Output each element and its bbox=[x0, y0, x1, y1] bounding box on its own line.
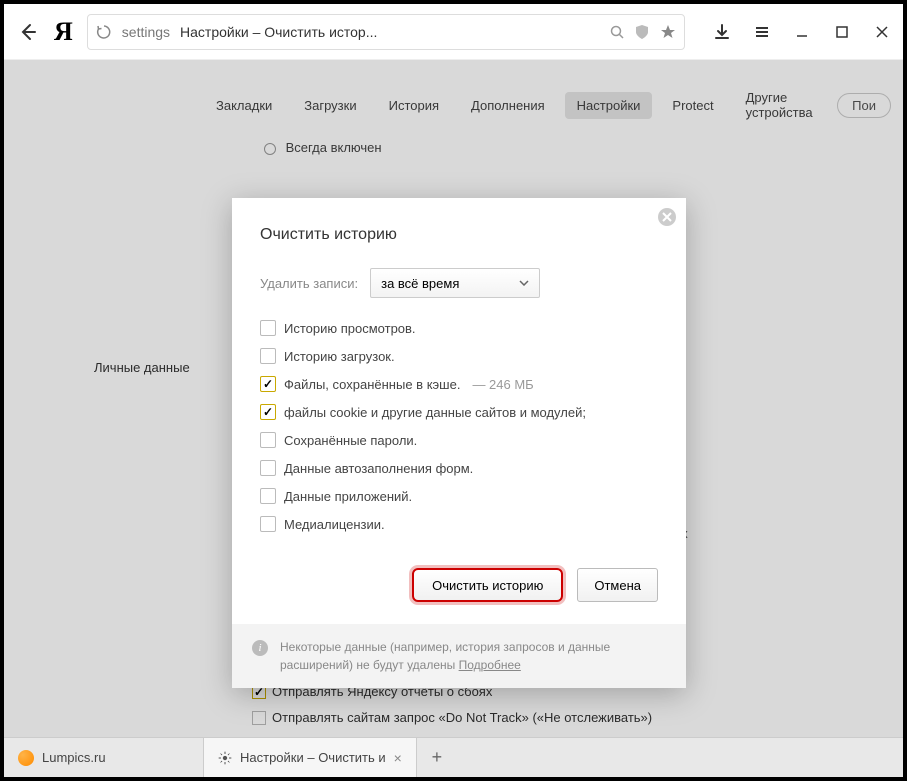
clear-option-3[interactable]: ✓ файлы cookie и другие данные сайтов и м… bbox=[260, 404, 658, 420]
checkbox-icon bbox=[260, 516, 276, 532]
chevron-down-icon bbox=[519, 280, 529, 286]
nav-history[interactable]: История bbox=[377, 92, 451, 119]
clear-option-7[interactable]: Медиалицензии. bbox=[260, 516, 658, 532]
address-key: settings bbox=[122, 24, 170, 40]
star-icon[interactable] bbox=[660, 24, 676, 40]
nav-addons[interactable]: Дополнения bbox=[459, 92, 557, 119]
hamburger-icon bbox=[754, 24, 770, 40]
checkbox-icon bbox=[260, 432, 276, 448]
address-actions bbox=[610, 24, 676, 40]
section-personal-data: Личные данные bbox=[94, 360, 190, 375]
clear-option-5[interactable]: Данные автозаполнения форм. bbox=[260, 460, 658, 476]
minimize-button[interactable] bbox=[793, 23, 811, 41]
checkbox-icon bbox=[260, 460, 276, 476]
learn-more-link[interactable]: Подробнее bbox=[459, 658, 521, 672]
tab-lumpics[interactable]: Lumpics.ru bbox=[4, 738, 204, 777]
option-label: Данные приложений. bbox=[284, 489, 412, 504]
option-label: Файлы, сохранённые в кэше. bbox=[284, 377, 460, 392]
close-icon bbox=[662, 212, 672, 222]
download-button[interactable] bbox=[713, 23, 731, 41]
tab-bar: Lumpics.ru Настройки – Очистить и × + bbox=[4, 737, 903, 777]
option-label: Историю загрузок. bbox=[284, 349, 395, 364]
clear-options-list: Историю просмотров. Историю загрузок. ✓ Фай… bbox=[260, 320, 658, 532]
address-title: Настройки – Очистить истор... bbox=[180, 24, 377, 40]
delete-records-label: Удалить записи: bbox=[260, 276, 358, 291]
browser-window: Я settings Настройки – Очистить истор... bbox=[4, 4, 903, 777]
new-tab-button[interactable]: + bbox=[417, 738, 457, 777]
info-icon: i bbox=[252, 640, 268, 656]
option-label: файлы cookie и другие данные сайтов и мо… bbox=[284, 405, 586, 420]
reload-icon[interactable] bbox=[96, 24, 112, 40]
shield-icon[interactable] bbox=[634, 24, 650, 40]
arrow-left-icon bbox=[18, 22, 38, 42]
page-content: Закладки Загрузки История Дополнения Нас… bbox=[4, 60, 903, 737]
dialog-title: Очистить историю bbox=[260, 226, 658, 244]
dialog-close-button[interactable] bbox=[658, 208, 676, 226]
tab-settings[interactable]: Настройки – Очистить и × bbox=[204, 738, 417, 777]
clear-history-dialog: Очистить историю Удалить записи: за всё … bbox=[232, 198, 686, 688]
close-icon bbox=[875, 25, 889, 39]
close-window-button[interactable] bbox=[873, 23, 891, 41]
yandex-logo[interactable]: Я bbox=[54, 17, 73, 47]
dialog-footer: i Некоторые данные (например, история за… bbox=[232, 624, 686, 688]
minimize-icon bbox=[795, 25, 809, 39]
nav-settings[interactable]: Настройки bbox=[565, 92, 653, 119]
gear-icon bbox=[218, 751, 232, 765]
clear-option-0[interactable]: Историю просмотров. bbox=[260, 320, 658, 336]
clear-option-2[interactable]: ✓ Файлы, сохранённые в кэше. — 246 МБ bbox=[260, 376, 658, 392]
checkbox-icon bbox=[260, 320, 276, 336]
settings-search[interactable]: Пои bbox=[837, 93, 891, 118]
settings-nav: Закладки Загрузки История Дополнения Нас… bbox=[4, 84, 903, 126]
tab-close-button[interactable]: × bbox=[394, 750, 402, 766]
clear-history-button[interactable]: Очистить историю bbox=[412, 568, 563, 602]
address-bar[interactable]: settings Настройки – Очистить истор... bbox=[87, 14, 685, 50]
favicon-lumpics-icon bbox=[18, 750, 34, 766]
checkbox-icon: ✓ bbox=[260, 376, 276, 392]
checkbox-icon: ✓ bbox=[260, 404, 276, 420]
option-label: Данные автозаполнения форм. bbox=[284, 461, 473, 476]
clear-option-4[interactable]: Сохранённые пароли. bbox=[260, 432, 658, 448]
nav-protect[interactable]: Protect bbox=[660, 92, 725, 119]
checkbox-icon bbox=[260, 488, 276, 504]
time-range-select[interactable]: за всё время bbox=[370, 268, 540, 298]
option-label: Историю просмотров. bbox=[284, 321, 416, 336]
toolbar: Я settings Настройки – Очистить истор... bbox=[4, 4, 903, 60]
clear-option-6[interactable]: Данные приложений. bbox=[260, 488, 658, 504]
cancel-button[interactable]: Отмена bbox=[577, 568, 658, 602]
checkbox-do-not-track[interactable]: Отправлять сайтам запрос «Do Not Track» … bbox=[252, 710, 652, 725]
option-label: Медиалицензии. bbox=[284, 517, 385, 532]
option-label: Сохранённые пароли. bbox=[284, 433, 417, 448]
footer-text: Некоторые данные (например, история запр… bbox=[280, 640, 610, 672]
maximize-button[interactable] bbox=[833, 23, 851, 41]
nav-devices[interactable]: Другие устройства bbox=[734, 84, 830, 126]
option-size: — 246 МБ bbox=[472, 377, 533, 392]
nav-bookmarks[interactable]: Закладки bbox=[204, 92, 284, 119]
download-icon bbox=[714, 24, 730, 40]
clear-option-1[interactable]: Историю загрузок. bbox=[260, 348, 658, 364]
radio-always-on[interactable]: Всегда включен bbox=[264, 140, 903, 155]
maximize-icon bbox=[835, 25, 849, 39]
checkbox-icon bbox=[260, 348, 276, 364]
back-button[interactable] bbox=[16, 20, 40, 44]
toolbar-right bbox=[713, 23, 891, 41]
menu-button[interactable] bbox=[753, 23, 771, 41]
nav-downloads[interactable]: Загрузки bbox=[292, 92, 368, 119]
search-icon[interactable] bbox=[610, 25, 624, 39]
